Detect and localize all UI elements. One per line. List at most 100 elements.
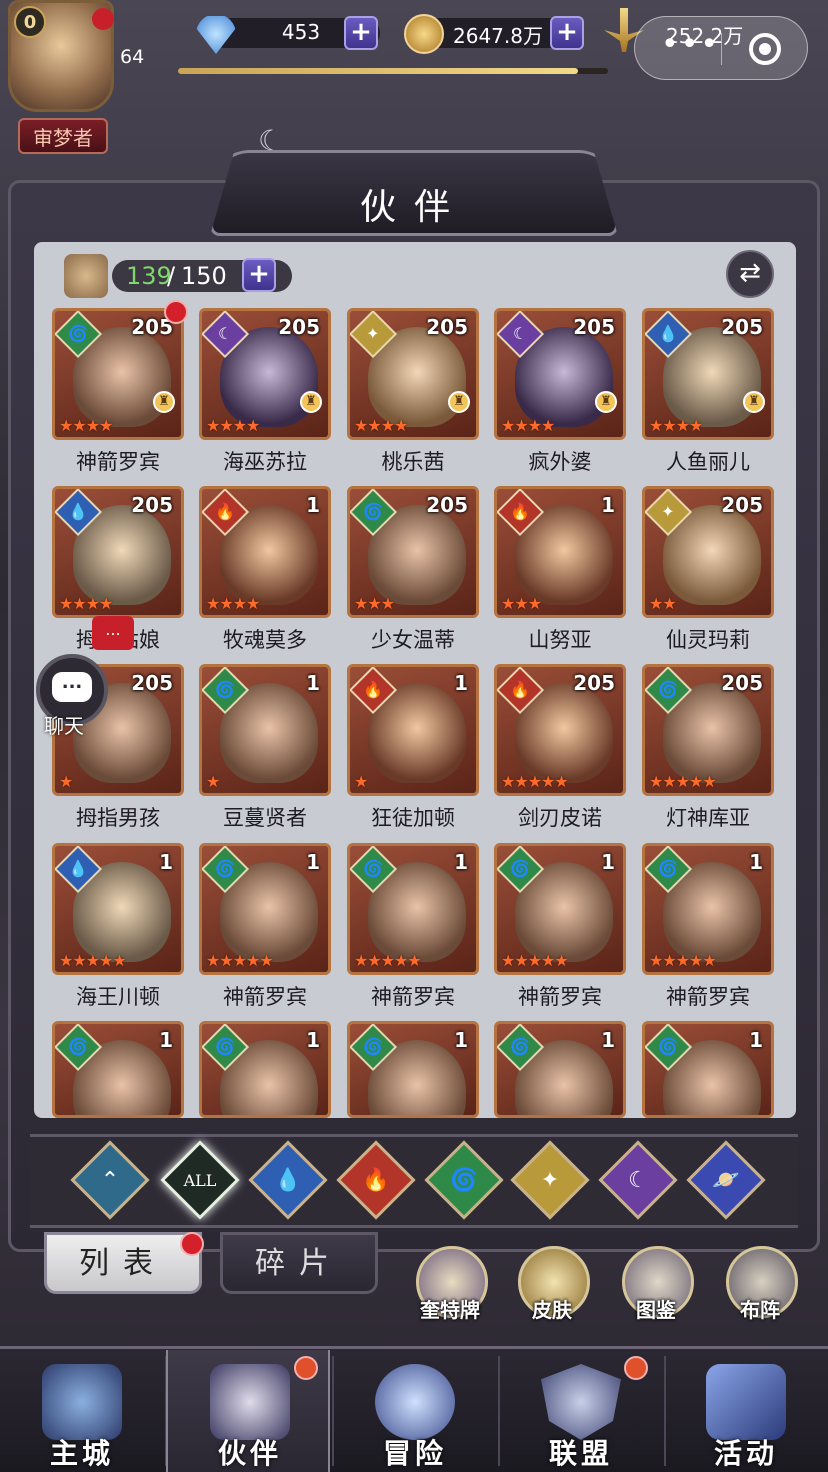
hero-level: 1 bbox=[454, 671, 468, 695]
hero-card[interactable]: 🔥 1 ★★★★ bbox=[199, 486, 331, 618]
partners-icon bbox=[64, 254, 108, 298]
chess-piece-icon: ♜ bbox=[448, 391, 470, 413]
tab-fragments[interactable]: 碎片 bbox=[220, 1232, 378, 1294]
hero-card[interactable]: ☾ 205 ★★★★ ♜ bbox=[494, 308, 626, 440]
hero-name: 仙灵玛莉 bbox=[666, 628, 750, 652]
filter-all-icon: ALL bbox=[183, 1170, 217, 1190]
hero-card[interactable]: 🌀 1 ★★★★★ bbox=[494, 843, 626, 975]
filter-water-icon: 💧 bbox=[274, 1167, 302, 1193]
hero-card[interactable]: 🌀 1 ★★★★★ bbox=[347, 843, 479, 975]
star-rating: ★★★★★ bbox=[206, 951, 274, 970]
hero-card[interactable]: 🌀 205 ★★★★ ♜ bbox=[52, 308, 184, 440]
star-rating: ★★★★★ bbox=[649, 772, 717, 791]
star-rating: ★★★★ bbox=[59, 416, 113, 435]
add-gold-button[interactable]: + bbox=[550, 16, 584, 50]
hero-card[interactable]: 💧 205 ★★★★ bbox=[52, 486, 184, 618]
hero-name: 豆蔓贤者 bbox=[223, 806, 307, 830]
hero-card[interactable]: 🌀 1 ★ bbox=[199, 664, 331, 796]
hero-level: 1 bbox=[601, 493, 615, 517]
hero-card[interactable]: 💧 1 ★★★★★ bbox=[52, 843, 184, 975]
star-rating: ★ bbox=[59, 772, 73, 791]
hero-level: 205 bbox=[721, 493, 763, 517]
hero-card[interactable]: 🌀 205 ★★★★★ bbox=[642, 664, 774, 796]
hero-card[interactable]: 🌀 1 bbox=[494, 1021, 626, 1118]
star-rating: ★★★★ bbox=[206, 416, 260, 435]
shortcut-skin-label: 皮肤 bbox=[532, 1298, 572, 1322]
star-rating: ★★ bbox=[649, 594, 677, 613]
hero-level: 1 bbox=[749, 850, 763, 874]
hero-name: 神箭罗宾 bbox=[666, 985, 750, 1009]
star-rating: ★ bbox=[354, 772, 368, 791]
gold-count: 2647.8万 bbox=[453, 24, 543, 48]
nav-main-city[interactable]: 主城 bbox=[0, 1350, 164, 1472]
hero-card[interactable]: 🔥 1 ★ bbox=[347, 664, 479, 796]
star-rating: ★★★★ bbox=[206, 594, 260, 613]
top-bar: 0 64 453 + 2647.8万 + 252.2万 ••• bbox=[0, 0, 828, 112]
hero-card[interactable]: 🌀 1 ★★★★★ bbox=[199, 843, 331, 975]
hero-count-max: 150 bbox=[181, 262, 227, 290]
hero-level: 1 bbox=[159, 850, 173, 874]
panel-title: 伙伴 bbox=[359, 187, 468, 228]
hero-level: 205 bbox=[131, 671, 173, 695]
hero-name: 少女温蒂 bbox=[371, 628, 455, 652]
hero-name: 神箭罗宾 bbox=[371, 985, 455, 1009]
hero-level: 1 bbox=[454, 850, 468, 874]
hero-card[interactable]: 🌀 1 bbox=[199, 1021, 331, 1118]
hero-name: 剑刃皮诺 bbox=[518, 806, 602, 830]
hero-card[interactable]: ✦ 205 ★★★★ ♜ bbox=[347, 308, 479, 440]
nav-events[interactable]: 活动 bbox=[664, 1350, 828, 1472]
hero-level: 205 bbox=[426, 315, 468, 339]
star-rating: ★★★★★ bbox=[354, 951, 422, 970]
nav-adventure-label: 冒险 bbox=[382, 1437, 447, 1470]
shortcut-card-label: 奎特牌 bbox=[420, 1298, 480, 1322]
close-circle-icon[interactable] bbox=[749, 33, 781, 65]
chat-bubble-icon: ... bbox=[52, 672, 92, 702]
hero-name: 拇指男孩 bbox=[76, 806, 160, 830]
cards-icon bbox=[706, 1364, 786, 1440]
vip-level-badge: 0 bbox=[14, 6, 46, 38]
star-rating: ★★★★★ bbox=[59, 951, 127, 970]
nav-alliance-label: 联盟 bbox=[548, 1437, 613, 1470]
hero-card[interactable]: 🌀 1 bbox=[642, 1021, 774, 1118]
hero-level: 205 bbox=[721, 671, 763, 695]
hero-card[interactable]: ✦ 205 ★★ bbox=[642, 486, 774, 618]
star-rating: ★★★★ bbox=[59, 594, 113, 613]
star-rating: ★★★★ bbox=[354, 416, 408, 435]
add-diamond-button[interactable]: + bbox=[344, 16, 378, 50]
chat-message-popup[interactable]: ... bbox=[92, 616, 134, 650]
hero-card[interactable]: 🌀 1 bbox=[347, 1021, 479, 1118]
more-icon[interactable]: ••• bbox=[661, 30, 720, 60]
hero-card[interactable]: 💧 205 ★★★★ ♜ bbox=[642, 308, 774, 440]
hero-name: 山努亚 bbox=[528, 628, 592, 652]
hero-card[interactable]: 🔥 1 ★★★ bbox=[494, 486, 626, 618]
hero-level: 205 bbox=[573, 315, 615, 339]
hero-name: 海巫苏拉 bbox=[223, 450, 307, 474]
castle-icon bbox=[42, 1364, 122, 1440]
hero-name: 人鱼丽儿 bbox=[666, 450, 750, 474]
nav-adventure[interactable]: 冒险 bbox=[333, 1350, 497, 1472]
hero-name: 牧魂莫多 bbox=[223, 628, 307, 652]
expand-slots-button[interactable]: + bbox=[242, 258, 276, 292]
tab-list[interactable]: 列表 bbox=[44, 1232, 202, 1294]
hero-card[interactable]: ☾ 205 ★★★★ ♜ bbox=[199, 308, 331, 440]
hero-level: 1 bbox=[601, 850, 615, 874]
witch-hat-icon bbox=[210, 1364, 290, 1440]
avatar-notification-dot bbox=[92, 8, 114, 30]
hero-card[interactable]: 🔥 205 ★★★★★ bbox=[494, 664, 626, 796]
hero-card[interactable]: 🌀 1 bbox=[52, 1021, 184, 1118]
hero-name: 海王川顿 bbox=[76, 985, 160, 1009]
hero-card[interactable]: 🌀 205 ★★★ bbox=[347, 486, 479, 618]
filter-planet-icon: 🪐 bbox=[712, 1167, 740, 1193]
nav-main-city-label: 主城 bbox=[49, 1437, 114, 1470]
xp-bar bbox=[178, 68, 608, 74]
chat-label[interactable]: 聊天 bbox=[44, 710, 84, 739]
shortcut-codex-label: 图鉴 bbox=[636, 1298, 676, 1322]
shortcut-formation-label: 布阵 bbox=[740, 1298, 780, 1322]
hero-level: 1 bbox=[306, 850, 320, 874]
hero-card[interactable]: 🌀 1 ★★★★★ bbox=[642, 843, 774, 975]
sort-swap-button[interactable]: ⇄ bbox=[726, 250, 774, 298]
hero-notification-dot bbox=[164, 300, 188, 324]
nav-partners-notification-dot bbox=[294, 1356, 318, 1380]
mini-program-capsule[interactable]: ••• bbox=[634, 16, 808, 80]
star-rating: ★★★★★ bbox=[501, 772, 569, 791]
